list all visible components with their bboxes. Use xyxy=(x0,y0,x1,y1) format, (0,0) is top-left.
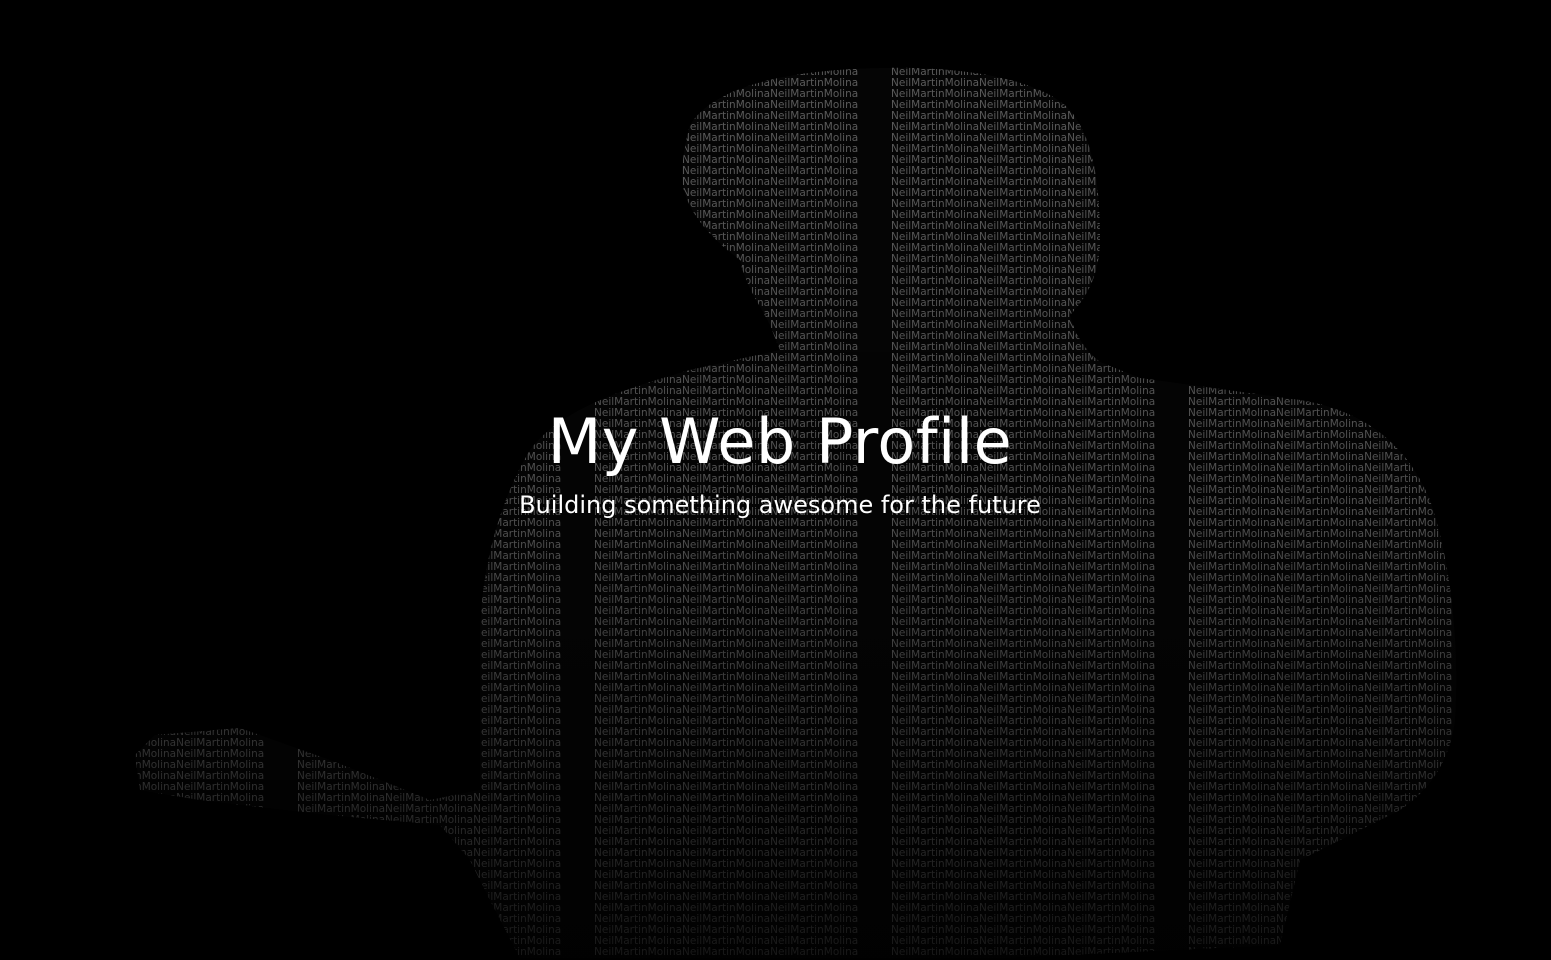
hero-section: NeilMartinMolinaNeilMartinMolinaNeilMart… xyxy=(0,0,1551,960)
page-subtitle: Building something awesome for the futur… xyxy=(519,491,1041,519)
page-title: My Web Profile xyxy=(547,405,1013,478)
hero-text-block: My Web Profile Building something awesom… xyxy=(0,400,1551,522)
